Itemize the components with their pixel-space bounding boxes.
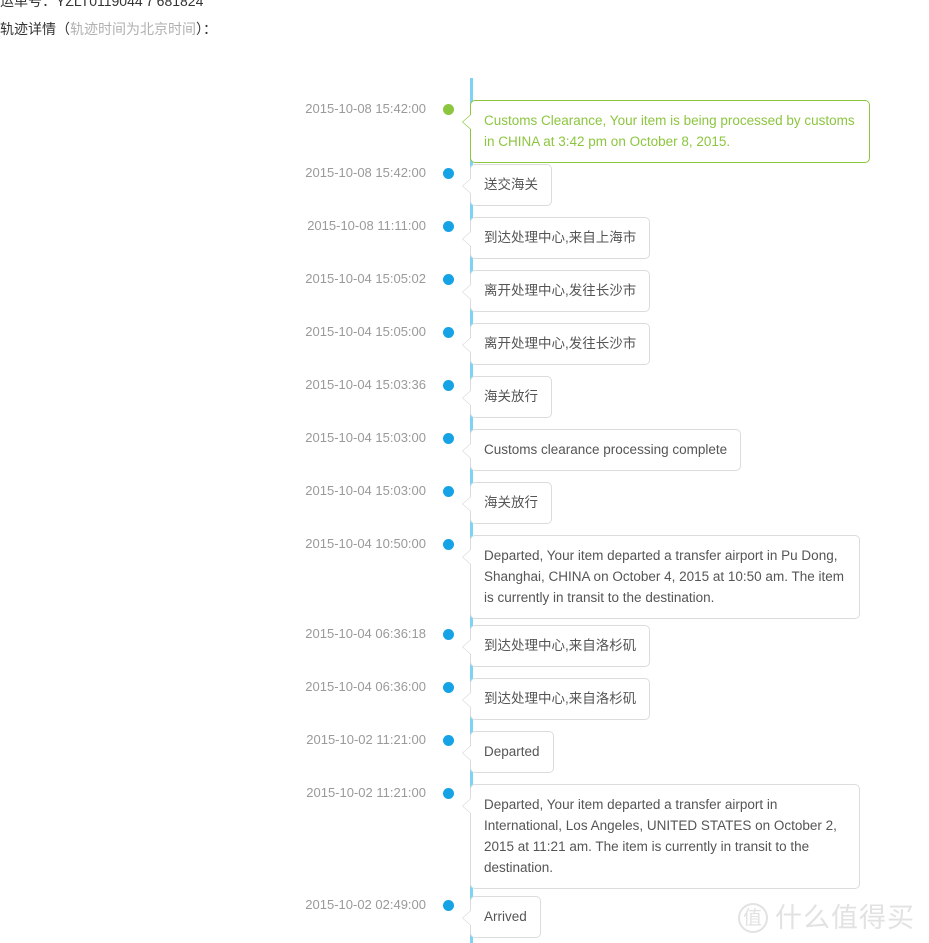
timeline-event-row: 2015-10-04 10:50:00 Departed, Your item d… (0, 535, 929, 619)
event-description-bubble: 离开处理中心,发往长沙市 (461, 323, 651, 365)
event-bubble-wrapper: Departed, Your item departed a transfer … (462, 784, 929, 889)
event-bubble-wrapper: 离开处理中心,发往长沙市 (461, 270, 929, 312)
event-dot-icon (443, 274, 454, 285)
timeline-event-row: 2015-10-04 15:03:00 海关放行 (0, 482, 929, 524)
page-title-prefix: 轨迹详情（ (0, 21, 70, 37)
event-description-bubble: 到达处理中心,来自上海市 (461, 217, 651, 259)
event-timestamp: 2015-10-02 11:21:00 (306, 732, 426, 747)
event-description-bubble: Departed, Your item departed a transfer … (462, 784, 860, 889)
page-title-note: 轨迹时间为北京时间 (70, 21, 196, 37)
event-description-bubble: 离开处理中心,发往长沙市 (461, 270, 651, 312)
event-timestamp: 2015-10-04 06:36:00 (305, 679, 426, 694)
event-description-bubble: Customs Clearance, Your item is being pr… (462, 100, 870, 163)
event-dot-icon (443, 735, 454, 746)
event-timestamp: 2015-10-02 02:49:00 (305, 897, 426, 912)
timeline-event-row: 2015-10-04 15:05:02 离开处理中心,发往长沙市 (0, 270, 929, 312)
event-dot-icon (443, 629, 454, 640)
event-timestamp: 2015-10-08 15:42:00 (305, 165, 426, 180)
event-dot-current-icon (443, 104, 454, 115)
event-bubble-wrapper: Departed, Your item departed a transfer … (462, 535, 929, 619)
event-dot-icon (443, 486, 454, 497)
event-dot-icon (443, 221, 454, 232)
timeline-event-row: 2015-10-08 15:42:00 Customs Clearance, Yo… (0, 100, 929, 163)
event-timestamp: 2015-10-08 11:11:00 (307, 218, 426, 233)
event-bubble-wrapper: 送交海关 (462, 164, 929, 206)
event-description-bubble: Departed (462, 731, 554, 773)
event-bubble-wrapper: Customs Clearance, Your item is being pr… (462, 100, 929, 163)
event-dot-icon (443, 539, 454, 550)
event-timestamp: 2015-10-04 15:05:02 (305, 271, 426, 286)
event-bubble-wrapper: Arrived (462, 896, 929, 938)
timeline-event-row: 2015-10-08 11:11:00 到达处理中心,来自上海市 (0, 217, 929, 259)
page-title: 轨迹详情（轨迹时间为北京时间）： (0, 18, 217, 40)
timeline-event-row: 2015-10-04 15:03:00 Customs clearance pro… (0, 429, 929, 471)
timeline-event-row: 2015-10-02 02:49:00 Arrived (0, 896, 929, 938)
page-title-suffix: ）： (196, 21, 217, 37)
event-description-bubble: Customs clearance processing complete (461, 429, 742, 471)
event-dot-icon (443, 788, 454, 799)
event-description-bubble: 海关放行 (462, 482, 552, 524)
event-description-bubble: Arrived (462, 896, 541, 938)
timeline-event-row: 2015-10-08 15:42:00 送交海关 (0, 164, 929, 206)
event-timestamp: 2015-10-04 06:36:18 (305, 626, 426, 641)
event-timestamp: 2015-10-02 11:21:00 (306, 785, 426, 800)
event-dot-icon (443, 900, 454, 911)
event-dot-icon (443, 327, 454, 338)
event-bubble-wrapper: 离开处理中心,发往长沙市 (461, 323, 929, 365)
timeline-event-row: 2015-10-04 06:36:18 到达处理中心,来自洛杉矶 (0, 625, 929, 667)
event-bubble-wrapper: 到达处理中心,来自上海市 (461, 217, 929, 259)
event-description-bubble: 到达处理中心,来自洛杉矶 (461, 678, 651, 720)
tracking-number: 运单号：YZLT0119044７681824 (0, 0, 204, 9)
event-description-bubble: Departed, Your item departed a transfer … (462, 535, 860, 619)
timeline-event-row: 2015-10-04 15:03:36 海关放行 (0, 376, 929, 418)
event-description-bubble: 到达处理中心,来自洛杉矶 (461, 625, 651, 667)
event-dot-icon (443, 682, 454, 693)
event-timestamp: 2015-10-04 10:50:00 (305, 536, 426, 551)
event-dot-icon (443, 168, 454, 179)
event-bubble-wrapper: 到达处理中心,来自洛杉矶 (461, 625, 929, 667)
event-timestamp: 2015-10-04 15:03:36 (305, 377, 426, 392)
event-dot-icon (443, 380, 454, 391)
event-bubble-wrapper: 到达处理中心,来自洛杉矶 (461, 678, 929, 720)
timeline-event-row: 2015-10-02 11:21:00 Departed (0, 731, 929, 773)
event-bubble-wrapper: Departed (462, 731, 929, 773)
event-bubble-wrapper: Customs clearance processing complete (461, 429, 929, 471)
event-description-bubble: 海关放行 (462, 376, 552, 418)
timeline-event-row: 2015-10-04 15:05:00 离开处理中心,发往长沙市 (0, 323, 929, 365)
event-dot-icon (443, 433, 454, 444)
event-timestamp: 2015-10-04 15:03:00 (305, 483, 426, 498)
event-bubble-wrapper: 海关放行 (462, 376, 929, 418)
event-timestamp: 2015-10-04 15:05:00 (305, 324, 426, 339)
event-description-bubble: 送交海关 (462, 164, 552, 206)
event-timestamp: 2015-10-08 15:42:00 (305, 101, 426, 116)
event-timestamp: 2015-10-04 15:03:00 (305, 430, 426, 445)
timeline-event-row: 2015-10-04 06:36:00 到达处理中心,来自洛杉矶 (0, 678, 929, 720)
event-bubble-wrapper: 海关放行 (462, 482, 929, 524)
timeline-event-row: 2015-10-02 11:21:00 Departed, Your item d… (0, 784, 929, 889)
